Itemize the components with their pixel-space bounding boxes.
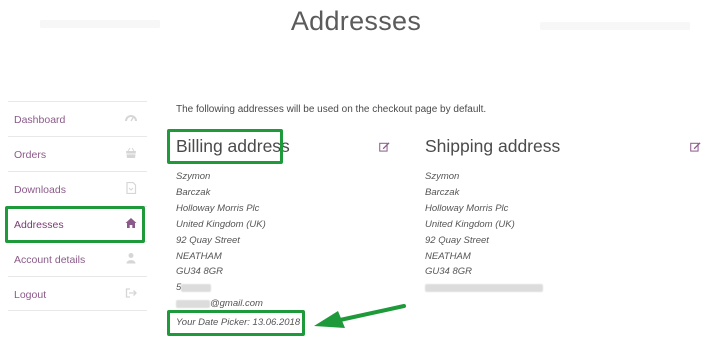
edit-billing-icon[interactable]	[379, 141, 390, 152]
highlight-addresses-nav	[5, 206, 145, 243]
annotation-arrow-icon	[314, 304, 406, 328]
user-icon	[126, 253, 136, 264]
billing-email-suffix: @gmail.com	[210, 298, 263, 310]
highlight-date-picker	[167, 310, 305, 336]
billing-line: United Kingdom (UK)	[176, 218, 266, 230]
shipping-line: GU34 8GR	[425, 266, 472, 278]
page-title: Addresses	[290, 6, 422, 36]
sign-out-icon	[125, 288, 137, 298]
shipping-line: 92 Quay Street	[425, 234, 489, 246]
shipping-redacted	[425, 280, 543, 296]
nav-item-label[interactable]: Downloads	[14, 184, 66, 196]
shipping-address-block: Szymon Barczak Holloway Morris Plc Unite…	[425, 169, 543, 296]
file-icon	[126, 182, 137, 194]
shipping-line: NEATHAM	[425, 250, 471, 262]
billing-line: Szymon	[176, 171, 211, 182]
nav-item-label[interactable]: Orders	[14, 149, 46, 161]
dashboard-icon	[125, 115, 137, 122]
edit-shipping-icon[interactable]	[690, 141, 701, 152]
billing-address-block: Szymon Barczak Holloway Morris Plc Unite…	[176, 169, 266, 312]
billing-phone: 5	[176, 280, 266, 296]
shipping-line: Holloway Morris Plc	[425, 202, 509, 214]
shipping-line: Barczak	[425, 186, 460, 198]
shipping-line: Szymon	[425, 171, 460, 182]
addresses-intro-text: The following addresses will be used on …	[176, 104, 487, 115]
highlight-billing-title	[167, 129, 283, 164]
redacted-shipping-line	[425, 283, 543, 292]
shipping-line: United Kingdom (UK)	[425, 218, 515, 230]
billing-line: 92 Quay Street	[176, 234, 240, 246]
billing-line: GU34 8GR	[176, 266, 223, 278]
nav-item-label[interactable]: Logout	[14, 289, 46, 301]
billing-line: NEATHAM	[176, 250, 222, 262]
nav-item-label[interactable]: Account details	[14, 254, 85, 266]
basket-icon	[126, 147, 136, 158]
nav-item-account-details[interactable]: Account details	[8, 241, 147, 276]
billing-line: Holloway Morris Plc	[176, 202, 260, 214]
shipping-address-title: Shipping address	[425, 136, 561, 156]
nav-item-logout[interactable]: Logout	[8, 276, 147, 311]
redacted-phone	[181, 283, 212, 292]
nav-item-dashboard[interactable]: Dashboard	[8, 101, 147, 136]
nav-item-label[interactable]: Dashboard	[14, 114, 65, 126]
nav-item-downloads[interactable]: Downloads	[8, 171, 147, 206]
nav-item-orders[interactable]: Orders	[8, 136, 147, 171]
redacted-email	[176, 299, 210, 308]
billing-line: Barczak	[176, 186, 211, 198]
